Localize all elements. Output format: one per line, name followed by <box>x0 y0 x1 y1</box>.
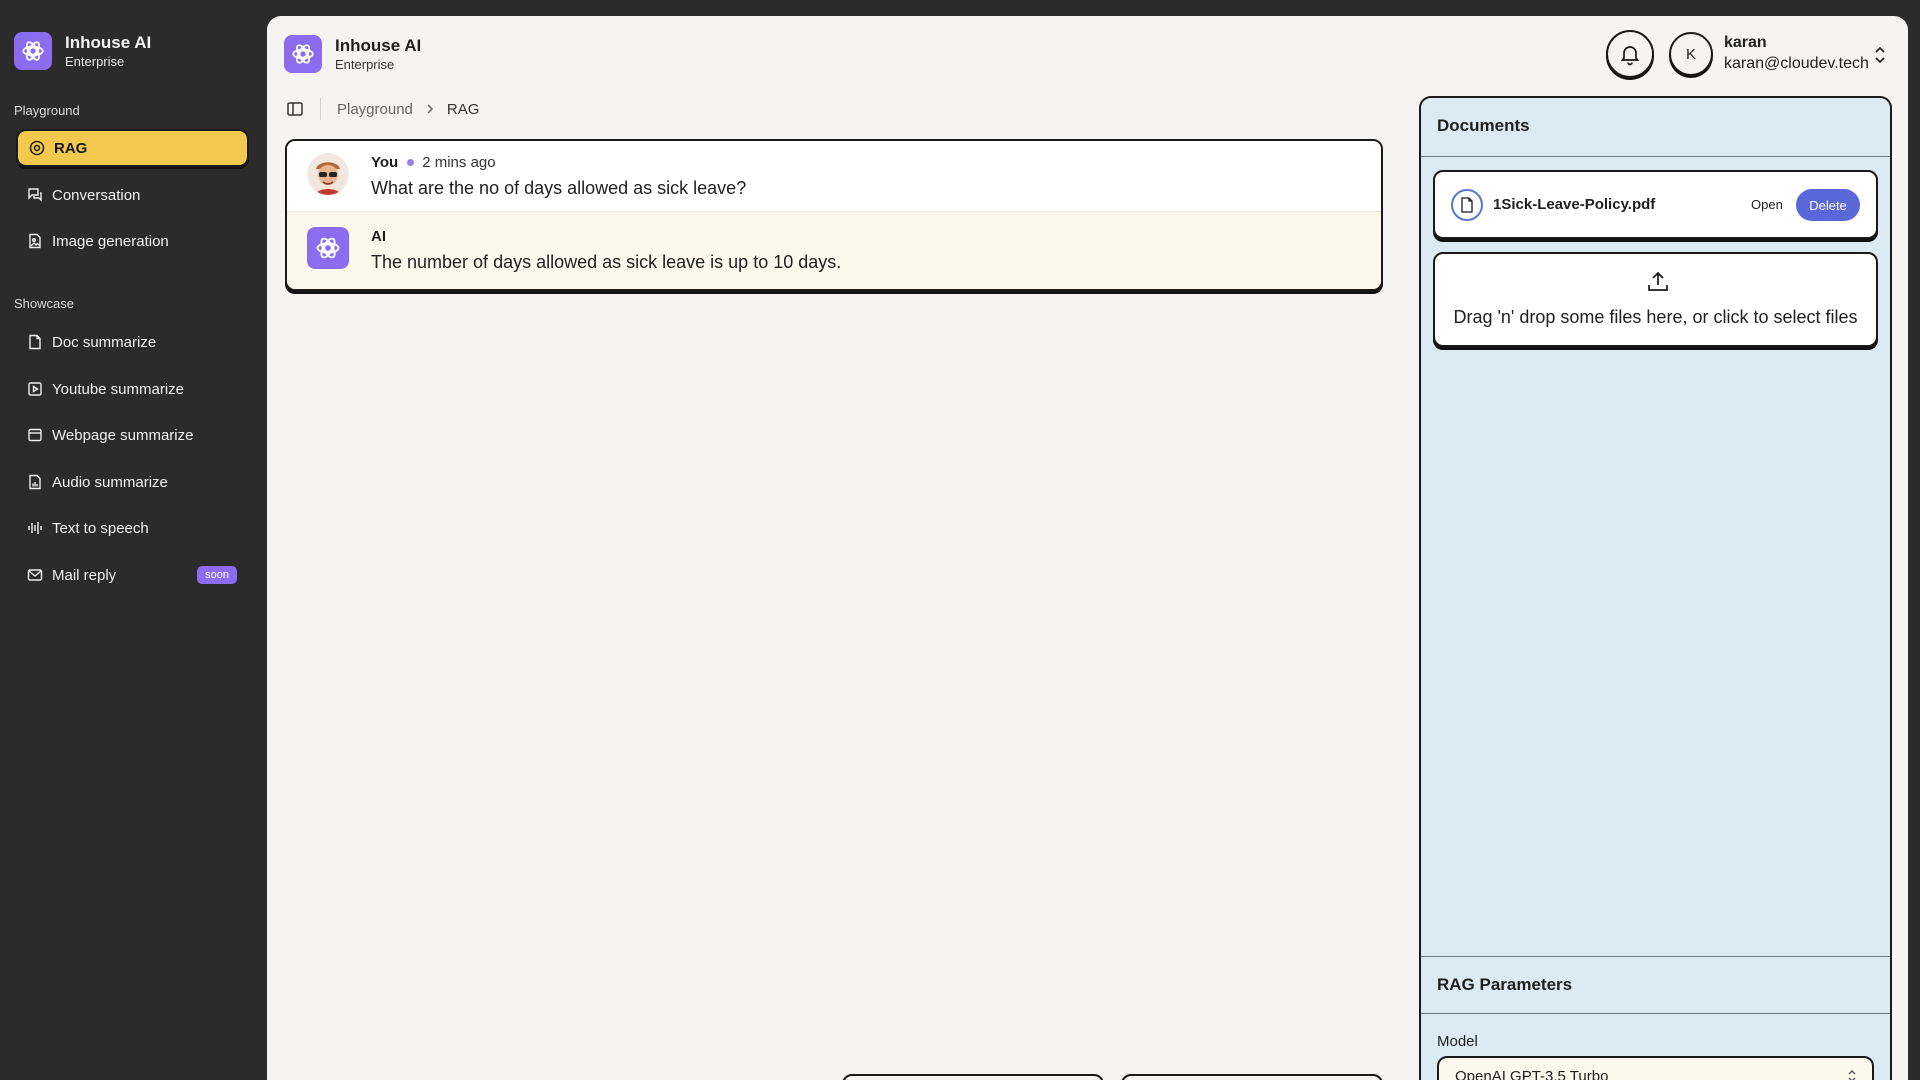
sidebar-item-label: Audio summarize <box>52 473 168 491</box>
play-square-icon <box>27 381 43 397</box>
message-text: What are the no of days allowed as sick … <box>371 178 747 198</box>
section-label-playground: Playground <box>14 103 80 118</box>
header-subtitle: Enterprise <box>335 56 395 72</box>
model-label: Model <box>1437 1033 1478 1050</box>
soon-badge: soon <box>197 566 237 584</box>
breadcrumb-current: RAG <box>446 100 480 118</box>
file-icon <box>1451 189 1483 221</box>
model-select-value: OpenAI GPT-3.5 Turbo <box>1455 1067 1609 1080</box>
divider <box>320 98 321 120</box>
section-label-showcase: Showcase <box>14 296 74 311</box>
main-panel: Inhouse AI Enterprise K karan karan@clou… <box>267 16 1908 1080</box>
user-menu[interactable]: karan karan@cloudev.tech <box>1724 33 1869 75</box>
audio-file-icon <box>27 474 43 490</box>
chat-message-user: You 2 mins ago What are the no of days a… <box>287 141 1381 212</box>
rag-icon <box>29 140 45 156</box>
openai-logo-icon <box>307 227 349 269</box>
upload-icon <box>1648 271 1668 291</box>
sidebar-item-label: Mail reply <box>52 566 117 584</box>
brand-title: Inhouse AI <box>65 32 152 52</box>
sidebar-item-label: Youtube summarize <box>52 380 185 398</box>
sidebar-item-audio-summarize[interactable]: Audio summarize <box>16 463 249 501</box>
file-name: 1Sick-Leave-Policy.pdf <box>1493 196 1656 213</box>
open-file-button[interactable]: Open <box>1751 197 1783 212</box>
openai-logo-icon <box>14 32 52 70</box>
sidebar-item-webpage-summarize[interactable]: Webpage summarize <box>16 416 249 454</box>
chevrons-up-down-icon <box>1848 1070 1856 1080</box>
avatar[interactable]: K <box>1669 32 1713 76</box>
rag-parameters-title: RAG Parameters <box>1421 956 1890 1014</box>
status-dot <box>407 159 415 166</box>
user-name: karan <box>1724 34 1767 51</box>
user-avatar <box>307 153 349 195</box>
model-select[interactable]: OpenAI GPT-3.5 Turbo <box>1437 1056 1874 1080</box>
message-text: The number of days allowed as sick leave… <box>371 252 842 272</box>
sidebar-item-label: Image generation <box>52 232 169 250</box>
bell-icon <box>1620 46 1640 66</box>
chat-message-ai: AI The number of days allowed as sick le… <box>287 212 1381 289</box>
message-author: You <box>371 154 399 171</box>
message-timestamp: 2 mins ago <box>422 154 496 171</box>
chat-thread: You 2 mins ago What are the no of days a… <box>285 139 1383 291</box>
dropzone-text: Drag 'n' drop some files here, or click … <box>1453 307 1858 327</box>
sidebar-item-label: Doc summarize <box>52 333 157 351</box>
openai-logo-icon <box>284 35 322 73</box>
image-file-icon <box>27 233 43 249</box>
brand-subtitle: Enterprise <box>65 53 125 69</box>
sidebar-item-label: Webpage summarize <box>52 426 194 444</box>
bottom-action-button[interactable] <box>1121 1074 1383 1080</box>
sidebar-item-youtube-summarize[interactable]: Youtube summarize <box>16 370 249 408</box>
sidebar: Inhouse AI Enterprise Playground RAG Con… <box>0 0 266 1080</box>
header-brand[interactable]: Inhouse AI Enterprise <box>284 35 421 73</box>
bottom-action-button[interactable] <box>842 1074 1104 1080</box>
sidebar-item-text-to-speech[interactable]: Text to speech <box>16 509 249 547</box>
audio-waves-icon <box>27 520 43 536</box>
header-title: Inhouse AI <box>335 35 422 55</box>
sidebar-item-label: RAG <box>54 139 88 157</box>
sidebar-item-doc-summarize[interactable]: Doc summarize <box>16 323 249 361</box>
document-icon <box>27 334 43 350</box>
documents-panel: Documents 1Sick-Leave-Policy.pdf Open De… <box>1419 96 1892 1080</box>
delete-file-button[interactable]: Delete <box>1796 189 1860 221</box>
notifications-button[interactable] <box>1606 30 1654 78</box>
breadcrumb-playground[interactable]: Playground <box>337 101 413 118</box>
sidebar-item-conversation[interactable]: Conversation <box>16 176 249 214</box>
chevron-right-icon <box>425 103 435 115</box>
chevrons-up-down-icon[interactable] <box>1873 46 1887 64</box>
sidebar-item-label: Conversation <box>52 186 141 204</box>
breadcrumb: Playground RAG <box>286 98 479 120</box>
documents-title: Documents <box>1421 98 1890 157</box>
sidebar-item-label: Text to speech <box>52 519 149 537</box>
sidebar-item-rag[interactable]: RAG <box>16 129 249 167</box>
browser-icon <box>27 427 43 443</box>
sidebar-brand[interactable]: Inhouse AI Enterprise <box>14 32 151 70</box>
sidebar-item-mail-reply[interactable]: Mail reply soon <box>16 556 249 594</box>
sidebar-toggle-icon[interactable] <box>286 100 304 118</box>
file-card: 1Sick-Leave-Policy.pdf Open Delete <box>1433 170 1878 239</box>
conversation-icon <box>27 187 43 203</box>
user-email: karan@cloudev.tech <box>1724 55 1869 72</box>
mail-icon <box>27 567 43 583</box>
message-author: AI <box>371 228 386 245</box>
sidebar-item-image-generation[interactable]: Image generation <box>16 222 249 260</box>
file-dropzone[interactable]: Drag 'n' drop some files here, or click … <box>1433 252 1878 347</box>
